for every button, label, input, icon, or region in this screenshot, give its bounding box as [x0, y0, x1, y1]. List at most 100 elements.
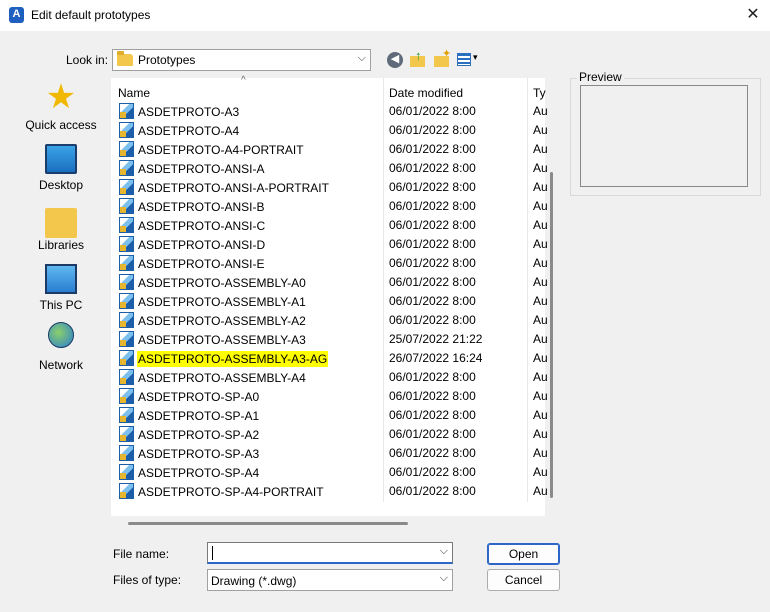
- column-header-type[interactable]: Ty: [533, 82, 546, 104]
- dwg-file-icon: [119, 293, 134, 309]
- file-type: Au: [533, 180, 548, 194]
- file-type: Au: [533, 161, 548, 175]
- file-row[interactable]: ASDETPROTO-ASSEMBLY-A1 06/01/2022 8:00 Au: [111, 292, 548, 311]
- horizontal-scrollbar[interactable]: [128, 522, 408, 525]
- text-caret: [212, 546, 213, 560]
- place-desktop[interactable]: Desktop: [16, 138, 106, 194]
- preview-label: Preview: [577, 70, 624, 84]
- file-type: Au: [533, 332, 548, 346]
- file-name: ASDETPROTO-ANSI-A: [138, 162, 265, 176]
- file-row[interactable]: ASDETPROTO-ASSEMBLY-A0 06/01/2022 8:00 Au: [111, 273, 548, 292]
- file-row[interactable]: ASDETPROTO-ANSI-A 06/01/2022 8:00 Au: [111, 159, 548, 178]
- dwg-file-icon: [119, 103, 134, 119]
- place-label: Network: [38, 358, 83, 372]
- file-name: ASDETPROTO-SP-A4: [138, 466, 260, 480]
- file-date: 06/01/2022 8:00: [389, 465, 476, 479]
- place-label: Desktop: [38, 178, 84, 192]
- dwg-file-icon: [119, 255, 134, 271]
- file-row[interactable]: ASDETPROTO-SP-A2 06/01/2022 8:00 Au: [111, 425, 548, 444]
- place-libraries[interactable]: Libraries: [16, 198, 106, 254]
- views-menu-button[interactable]: ▾: [456, 52, 482, 68]
- autocad-app-icon: A: [9, 7, 24, 23]
- file-name-label: File name:: [113, 547, 170, 561]
- file-date: 06/01/2022 8:00: [389, 180, 476, 194]
- open-button[interactable]: Open: [487, 543, 560, 565]
- file-name: ASDETPROTO-ASSEMBLY-A3: [138, 333, 306, 347]
- dwg-file-icon: [119, 426, 134, 442]
- up-folder-icon[interactable]: ↑: [409, 48, 427, 68]
- place-label: This PC: [39, 298, 83, 312]
- file-row[interactable]: ASDETPROTO-ANSI-B 06/01/2022 8:00 Au: [111, 197, 548, 216]
- dwg-file-icon: [119, 160, 134, 176]
- file-date: 06/01/2022 8:00: [389, 256, 476, 270]
- file-name: ASDETPROTO-SP-A2: [138, 428, 260, 442]
- file-date: 06/01/2022 8:00: [389, 408, 476, 422]
- file-list[interactable]: ^ Name Date modified Ty ASDETPROTO-A3 06/…: [111, 75, 548, 516]
- file-date: 06/01/2022 8:00: [389, 123, 476, 137]
- file-name: ASDETPROTO-SP-A1: [138, 409, 260, 423]
- dwg-file-icon: [119, 179, 134, 195]
- file-name: ASDETPROTO-ASSEMBLY-A0: [138, 276, 306, 290]
- place-this-pc[interactable]: This PC: [16, 258, 106, 314]
- sort-ascending-icon: ^: [241, 75, 246, 86]
- file-row[interactable]: ASDETPROTO-A4-PORTRAIT 06/01/2022 8:00 Au: [111, 140, 548, 159]
- file-row[interactable]: ASDETPROTO-SP-A4-PORTRAIT 06/01/2022 8:00…: [111, 482, 548, 501]
- file-type: Au: [533, 237, 548, 251]
- column-header-date-modified[interactable]: Date modified: [389, 82, 463, 104]
- file-name: ASDETPROTO-SP-A4-PORTRAIT: [138, 485, 324, 499]
- file-name: ASDETPROTO-A4: [138, 124, 240, 138]
- this-pc-icon: [45, 264, 77, 294]
- file-name: ASDETPROTO-A4-PORTRAIT: [138, 143, 304, 157]
- quick-access-star-icon: ★: [45, 78, 77, 116]
- file-date: 06/01/2022 8:00: [389, 313, 476, 327]
- views-chevron-icon: ▾: [473, 52, 478, 62]
- dwg-file-icon: [119, 141, 134, 157]
- chevron-down-icon[interactable]: ⌵: [440, 545, 448, 558]
- file-name: ASDETPROTO-SP-A0: [138, 390, 260, 404]
- file-row[interactable]: ASDETPROTO-SP-A1 06/01/2022 8:00 Au: [111, 406, 548, 425]
- file-name: ASDETPROTO-ANSI-E: [138, 257, 265, 271]
- back-icon[interactable]: ◀: [387, 52, 403, 68]
- file-row[interactable]: ASDETPROTO-ASSEMBLY-A3 25/07/2022 21:22 Au: [111, 330, 548, 349]
- file-row[interactable]: ASDETPROTO-ANSI-E 06/01/2022 8:00 Au: [111, 254, 548, 273]
- files-of-type-dropdown[interactable]: Drawing (*.dwg) ⌵: [207, 569, 453, 591]
- file-name-input[interactable]: ⌵: [207, 542, 453, 564]
- places-bar: ★ Quick access Desktop Libraries This PC…: [16, 78, 106, 378]
- file-row[interactable]: ASDETPROTO-SP-A3 06/01/2022 8:00 Au: [111, 444, 548, 463]
- close-button[interactable]: ✕: [736, 0, 770, 31]
- new-folder-icon[interactable]: ✦: [433, 48, 452, 68]
- libraries-folder-icon: [45, 208, 77, 238]
- sparkle-icon: ✦: [442, 48, 452, 60]
- file-row[interactable]: ASDETPROTO-ASSEMBLY-A2 06/01/2022 8:00 Au: [111, 311, 548, 330]
- file-name: ASDETPROTO-ASSEMBLY-A2: [138, 314, 306, 328]
- chevron-down-icon[interactable]: ⌵: [358, 52, 366, 65]
- dwg-file-icon: [119, 331, 134, 347]
- place-network[interactable]: Network: [16, 318, 106, 374]
- file-row[interactable]: ASDETPROTO-ASSEMBLY-A4 06/01/2022 8:00 Au: [111, 368, 548, 387]
- cancel-button[interactable]: Cancel: [487, 569, 560, 591]
- look-in-label: Look in:: [66, 53, 109, 67]
- folder-icon: [117, 51, 133, 66]
- file-date: 06/01/2022 8:00: [389, 199, 476, 213]
- file-row[interactable]: ASDETPROTO-SP-A4 06/01/2022 8:00 Au: [111, 463, 548, 482]
- column-header-name[interactable]: Name: [118, 82, 150, 104]
- dwg-file-icon: [119, 350, 134, 366]
- file-date: 06/01/2022 8:00: [389, 218, 476, 232]
- file-row[interactable]: ASDETPROTO-ANSI-A-PORTRAIT 06/01/2022 8:0…: [111, 178, 548, 197]
- file-row-highlighted[interactable]: ASDETPROTO-ASSEMBLY-A3-AG 26/07/2022 16:2…: [111, 349, 548, 368]
- preview-pane: [580, 85, 748, 187]
- place-quick-access[interactable]: ★ Quick access: [16, 78, 106, 134]
- file-row[interactable]: ASDETPROTO-A3 06/01/2022 8:00 Au: [111, 102, 548, 121]
- look-in-dropdown[interactable]: Prototypes ⌵: [112, 49, 371, 71]
- dwg-file-icon: [119, 369, 134, 385]
- file-row[interactable]: ASDETPROTO-SP-A0 06/01/2022 8:00 Au: [111, 387, 548, 406]
- file-row[interactable]: ASDETPROTO-ANSI-C 06/01/2022 8:00 Au: [111, 216, 548, 235]
- file-row[interactable]: ASDETPROTO-ANSI-D 06/01/2022 8:00 Au: [111, 235, 548, 254]
- file-row[interactable]: ASDETPROTO-A4 06/01/2022 8:00 Au: [111, 121, 548, 140]
- file-type: Au: [533, 123, 548, 137]
- title-bar: A Edit default prototypes ✕: [0, 0, 770, 31]
- dwg-file-icon: [119, 274, 134, 290]
- vertical-scrollbar[interactable]: [550, 172, 553, 498]
- file-type: Au: [533, 142, 548, 156]
- chevron-down-icon[interactable]: ⌵: [440, 572, 448, 585]
